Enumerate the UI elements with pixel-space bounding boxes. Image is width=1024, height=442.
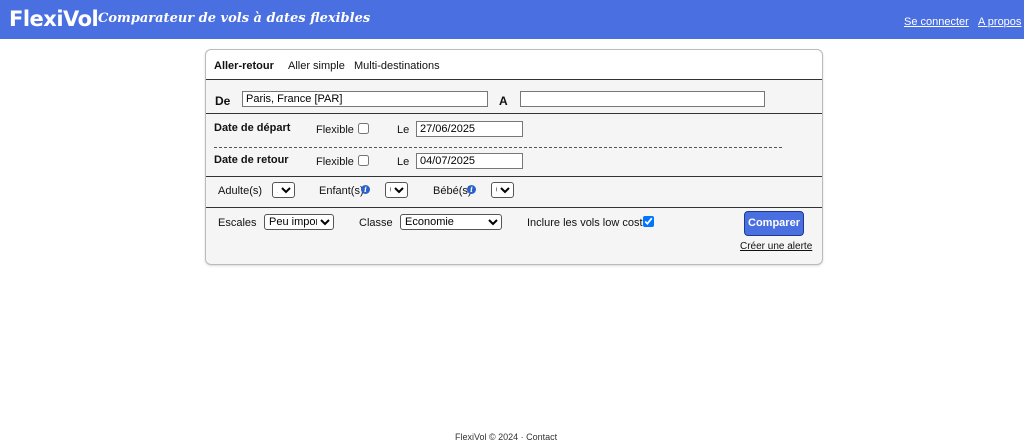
logo[interactable]: FlexiVol <box>9 7 99 31</box>
return-flexible-label: Flexible <box>316 156 354 168</box>
departure-flexible-label: Flexible <box>316 124 354 136</box>
tab-one-way[interactable]: Aller simple <box>288 60 345 72</box>
stops-label: Escales <box>218 217 257 229</box>
dashed-divider <box>214 147 782 148</box>
divider <box>206 207 822 208</box>
to-input[interactable] <box>520 91 765 107</box>
adults-select[interactable]: 1 <box>272 182 295 198</box>
from-input[interactable] <box>242 91 488 107</box>
return-label: Date de retour <box>214 154 289 166</box>
stops-select[interactable]: Peu importe <box>264 214 334 230</box>
tab-multi-city[interactable]: Multi-destinations <box>354 60 440 72</box>
class-label: Classe <box>359 217 393 229</box>
departure-on-label: Le <box>397 124 410 136</box>
children-label: Enfant(s) <box>319 185 364 197</box>
departure-flexible-checkbox[interactable] <box>358 123 369 134</box>
infants-label: Bébé(s) <box>433 185 472 197</box>
divider <box>206 176 822 177</box>
info-icon[interactable]: i <box>467 185 476 194</box>
to-label: A <box>499 94 508 108</box>
create-alert-link[interactable]: Créer une alerte <box>740 241 812 252</box>
divider <box>206 113 822 114</box>
search-panel: Aller-retour Aller simple Multi-destinat… <box>205 49 823 265</box>
adults-label: Adulte(s) <box>218 185 263 197</box>
login-link[interactable]: Se connecter <box>904 16 969 28</box>
return-date-input[interactable] <box>416 153 523 169</box>
return-on-label: Le <box>397 156 410 168</box>
return-flexible-checkbox[interactable] <box>358 155 369 166</box>
class-select[interactable]: Economie <box>400 214 502 230</box>
children-select[interactable]: 0 <box>385 182 408 198</box>
footer: FlexiVol © 2024 · Contact <box>455 432 558 442</box>
departure-label: Date de départ <box>214 122 291 134</box>
tab-round-trip[interactable]: Aller-retour <box>214 60 274 72</box>
departure-date-input[interactable] <box>416 121 523 137</box>
about-link[interactable]: A propos <box>978 16 1021 28</box>
trip-type-tabs: Aller-retour Aller simple Multi-destinat… <box>206 50 822 80</box>
lowcost-label: Inclure les vols low cost <box>527 217 643 229</box>
lowcost-checkbox[interactable] <box>643 216 654 227</box>
top-bar: FlexiVol Comparateur de vols à dates fle… <box>0 0 1024 39</box>
from-label: De <box>215 94 231 108</box>
tagline: Comparateur de vols à dates flexibles <box>98 11 371 26</box>
info-icon[interactable]: i <box>361 185 370 194</box>
infants-select[interactable]: 0 <box>491 182 514 198</box>
compare-button[interactable]: Comparer <box>744 211 804 236</box>
